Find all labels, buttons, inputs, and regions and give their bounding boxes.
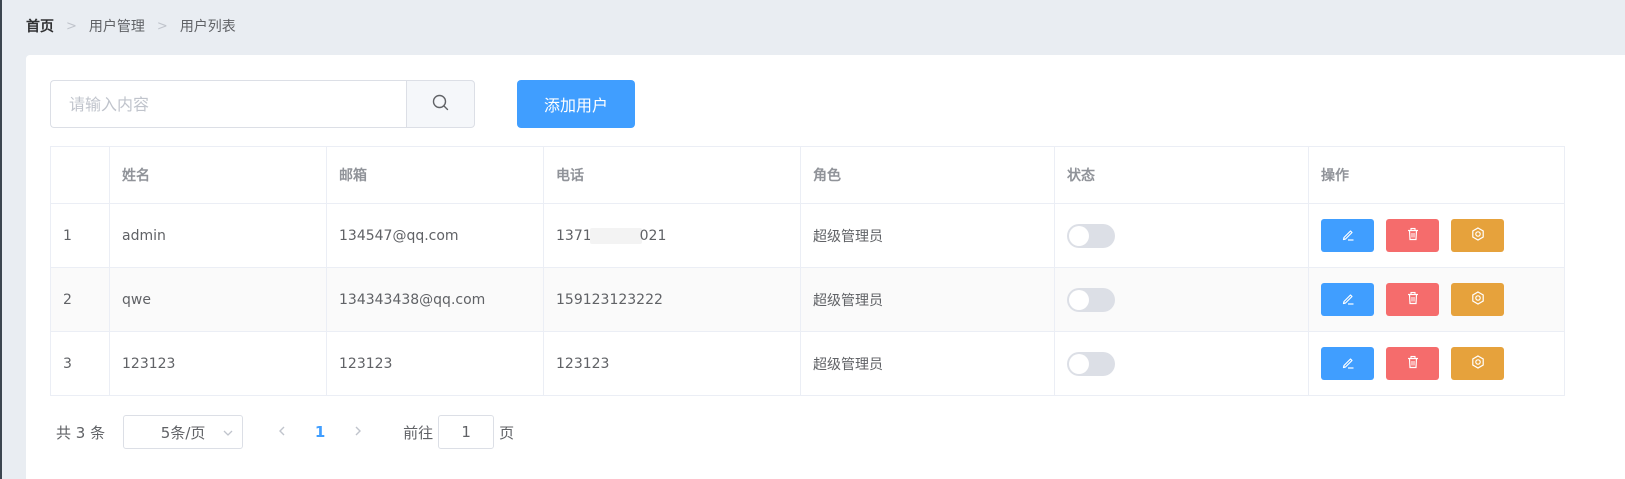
user-name: qwe	[110, 268, 327, 331]
column-header-status: 状态	[1055, 147, 1309, 203]
delete-button[interactable]	[1386, 283, 1439, 316]
user-role: 超级管理员	[801, 268, 1055, 331]
table-row: 3 123123 123123 123123 超级管理员	[51, 332, 1565, 396]
row-index: 2	[51, 268, 110, 331]
pagination-total: 共 3 条	[56, 423, 106, 442]
breadcrumb-home[interactable]: 首页	[26, 16, 54, 36]
user-phone: 1371 021	[544, 204, 801, 267]
edit-button[interactable]	[1321, 283, 1374, 316]
status-toggle[interactable]	[1067, 223, 1115, 248]
breadcrumb-separator-icon: >	[156, 18, 168, 34]
user-phone: 159123123222	[544, 268, 801, 331]
toggle-knob	[1069, 353, 1089, 374]
settings-button[interactable]	[1451, 347, 1504, 380]
user-email: 134547@qq.com	[327, 204, 544, 267]
user-role: 超级管理员	[801, 204, 1055, 267]
breadcrumb-separator-icon: >	[66, 18, 77, 34]
actions-cell	[1309, 332, 1565, 395]
table-row: 2 qwe 134343438@qq.com 159123123222 超级管理…	[51, 268, 1565, 332]
add-user-button[interactable]: 添加用户	[517, 80, 635, 128]
edit-button[interactable]	[1321, 347, 1374, 380]
table-row: 1 admin 134547@qq.com 1371 021 超级管理员	[51, 204, 1565, 268]
left-edge	[0, 0, 2, 479]
user-phone-end: 021	[639, 227, 667, 244]
row-index: 3	[51, 332, 110, 395]
search-input[interactable]	[50, 80, 406, 128]
settings-button[interactable]	[1451, 219, 1504, 252]
user-role: 超级管理员	[801, 332, 1055, 395]
user-phone: 123123	[544, 332, 801, 395]
goto-suffix: 页	[499, 423, 515, 442]
goto-page-input[interactable]	[438, 415, 495, 449]
user-phone-start: 1371	[556, 227, 592, 244]
chevron-left-icon	[276, 423, 288, 441]
column-header-index	[51, 147, 110, 203]
page-number-current[interactable]: 1	[297, 423, 343, 441]
status-toggle[interactable]	[1067, 287, 1115, 312]
column-header-name: 姓名	[110, 147, 327, 203]
row-index: 1	[51, 204, 110, 267]
chevron-down-icon	[222, 425, 234, 443]
trash-icon	[1406, 355, 1420, 373]
column-header-role: 角色	[801, 147, 1055, 203]
search-group	[50, 80, 475, 128]
page-size-value: 5条/页	[160, 423, 206, 442]
search-button[interactable]	[406, 80, 475, 128]
pencil-icon	[1341, 227, 1355, 245]
trash-icon	[1406, 227, 1420, 245]
user-email: 123123	[327, 332, 544, 395]
user-name: 123123	[110, 332, 327, 395]
toggle-knob	[1069, 225, 1089, 246]
trash-icon	[1406, 291, 1420, 309]
edit-button[interactable]	[1321, 219, 1374, 252]
status-cell	[1055, 332, 1309, 395]
page-size-select[interactable]: 5条/页	[123, 415, 244, 449]
gear-icon	[1471, 290, 1485, 309]
chevron-right-icon	[352, 423, 364, 441]
next-page-button[interactable]	[343, 423, 373, 441]
settings-button[interactable]	[1451, 283, 1504, 316]
gear-icon	[1471, 354, 1485, 373]
actions-cell	[1309, 268, 1565, 331]
goto-label: 前往	[403, 423, 434, 442]
pencil-icon	[1341, 355, 1355, 373]
status-cell	[1055, 204, 1309, 267]
user-name: admin	[110, 204, 327, 267]
search-icon	[432, 94, 449, 115]
pagination: 共 3 条 5条/页 1 前往 页	[56, 415, 514, 449]
column-header-phone: 电话	[544, 147, 801, 203]
status-toggle[interactable]	[1067, 351, 1115, 376]
delete-button[interactable]	[1386, 219, 1439, 252]
table-header-row: 姓名 邮箱 电话 角色 状态 操作	[51, 147, 1565, 204]
delete-button[interactable]	[1386, 347, 1439, 380]
column-header-actions: 操作	[1309, 147, 1565, 203]
gear-icon	[1471, 226, 1485, 245]
redaction-mask	[589, 227, 642, 244]
breadcrumb-user-list: 用户列表	[179, 19, 236, 35]
breadcrumb-user-management: 用户管理	[88, 19, 145, 35]
pencil-icon	[1341, 291, 1355, 309]
user-table: 姓名 邮箱 电话 角色 状态 操作 1 admin 134547@qq.com …	[50, 146, 1565, 396]
breadcrumb: 首页 > 用户管理 > 用户列表	[26, 16, 236, 36]
content-card: 添加用户 姓名 邮箱 电话 角色 状态 操作 1 admin 134547@qq…	[26, 55, 1625, 479]
toggle-knob	[1069, 289, 1089, 310]
actions-cell	[1309, 204, 1565, 267]
status-cell	[1055, 268, 1309, 331]
user-email: 134343438@qq.com	[327, 268, 544, 331]
column-header-email: 邮箱	[327, 147, 544, 203]
prev-page-button[interactable]	[267, 423, 297, 441]
